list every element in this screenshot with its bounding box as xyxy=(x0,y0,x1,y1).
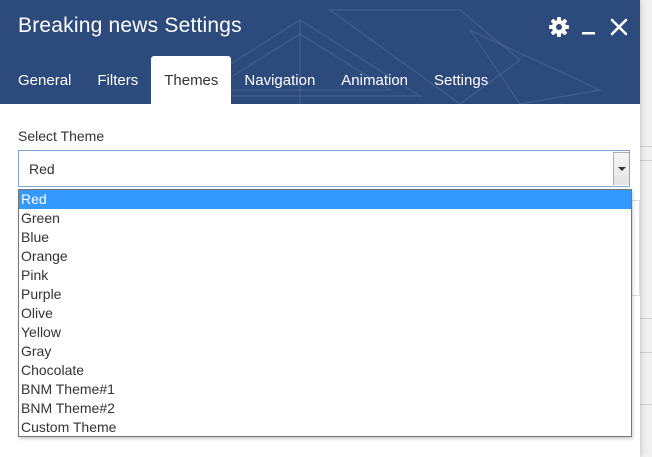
theme-option-blue[interactable]: Blue xyxy=(19,228,631,247)
theme-select[interactable]: Red xyxy=(18,150,630,187)
minimize-icon[interactable] xyxy=(578,16,600,38)
tab-settings[interactable]: Settings xyxy=(421,56,501,104)
theme-select-value: Red xyxy=(29,161,55,177)
tab-animation[interactable]: Animation xyxy=(328,56,421,104)
chevron-down-icon[interactable] xyxy=(613,152,629,185)
close-icon[interactable] xyxy=(608,16,630,38)
gear-icon[interactable] xyxy=(548,16,570,38)
theme-option-olive[interactable]: Olive xyxy=(19,304,631,323)
background-page xyxy=(640,0,652,457)
tab-navigation[interactable]: Navigation xyxy=(231,56,328,104)
select-theme-label: Select Theme xyxy=(18,128,105,144)
theme-option-bnm-theme-1[interactable]: BNM Theme#1 xyxy=(19,380,631,399)
tab-filters[interactable]: Filters xyxy=(84,56,151,104)
theme-option-pink[interactable]: Pink xyxy=(19,266,631,285)
dialog-header: Breaking news Settings General Filters T… xyxy=(0,0,640,104)
theme-option-yellow[interactable]: Yellow xyxy=(19,323,631,342)
dialog-title: Breaking news Settings xyxy=(18,14,242,37)
theme-option-custom-theme[interactable]: Custom Theme xyxy=(19,418,631,437)
theme-option-orange[interactable]: Orange xyxy=(19,247,631,266)
theme-option-bnm-theme-2[interactable]: BNM Theme#2 xyxy=(19,399,631,418)
tab-themes[interactable]: Themes xyxy=(151,56,232,104)
theme-option-green[interactable]: Green xyxy=(19,209,631,228)
settings-tabs: General Filters Themes Navigation Animat… xyxy=(0,56,501,104)
theme-option-purple[interactable]: Purple xyxy=(19,285,631,304)
theme-option-chocolate[interactable]: Chocolate xyxy=(19,361,631,380)
tab-general[interactable]: General xyxy=(0,56,84,104)
theme-option-red[interactable]: Red xyxy=(19,190,631,209)
theme-option-gray[interactable]: Gray xyxy=(19,342,631,361)
theme-dropdown-list: Red Green Blue Orange Pink Purple Olive … xyxy=(18,189,632,437)
